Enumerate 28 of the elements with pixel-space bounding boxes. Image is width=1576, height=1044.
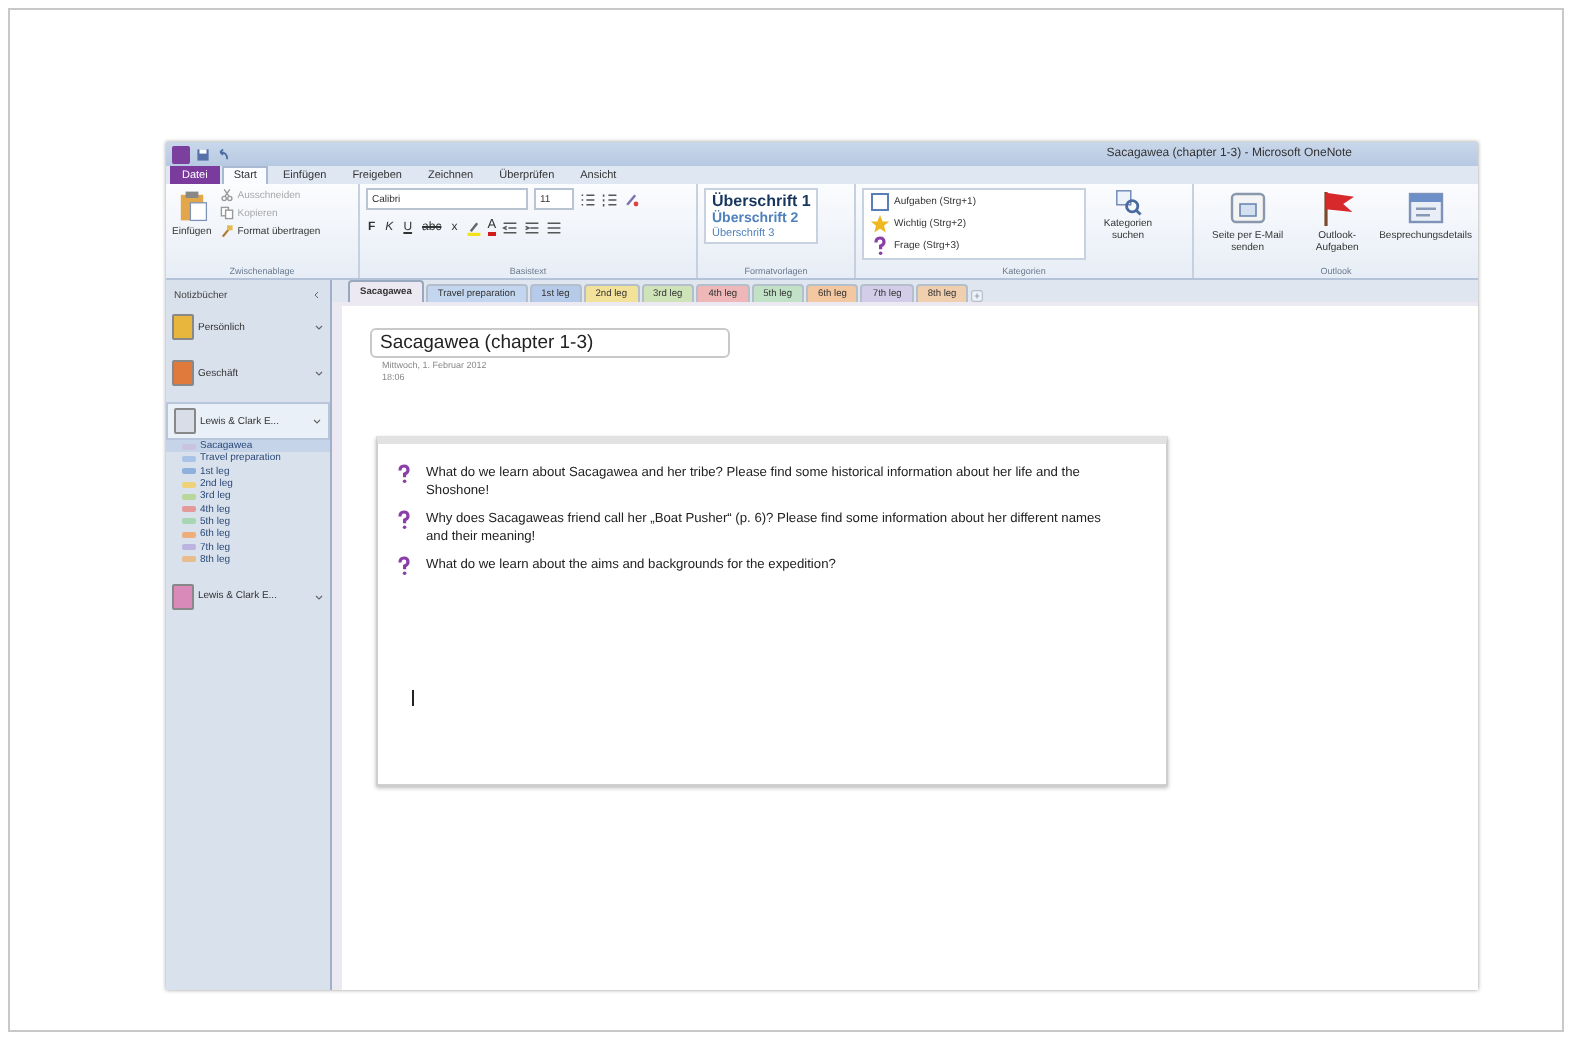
chevron-icon [314,322,324,332]
undo-icon [216,147,230,161]
indent-icon [524,219,541,235]
question-icon [394,510,414,530]
clipboard-icon [175,188,208,224]
outdent-icon [502,219,519,235]
highlighter-icon [465,219,482,235]
text-cursor [412,690,414,706]
clear-formatting-icon [624,191,640,207]
paintbrush-icon [219,224,234,238]
copy-icon [219,206,234,220]
save-icon [196,147,210,161]
numbered-list-icon [602,191,618,207]
chevron-icon [312,416,322,426]
style-item[interactable]: Überschrift 1 [712,192,811,210]
chevron-icon [314,368,324,378]
meeting-details-icon [1405,188,1446,228]
star-icon [870,214,890,234]
page-title[interactable]: Sacagawea (chapter 1-3) [370,328,730,358]
chevron-icon [314,591,324,602]
find-tags-icon [1114,188,1142,216]
align-icon [546,219,563,235]
question-icon [394,556,414,576]
scissors-icon [219,188,234,202]
question-icon [394,464,414,484]
bullet-list-icon [580,191,596,207]
question-icon [870,236,890,256]
email-page-icon [1227,188,1268,228]
